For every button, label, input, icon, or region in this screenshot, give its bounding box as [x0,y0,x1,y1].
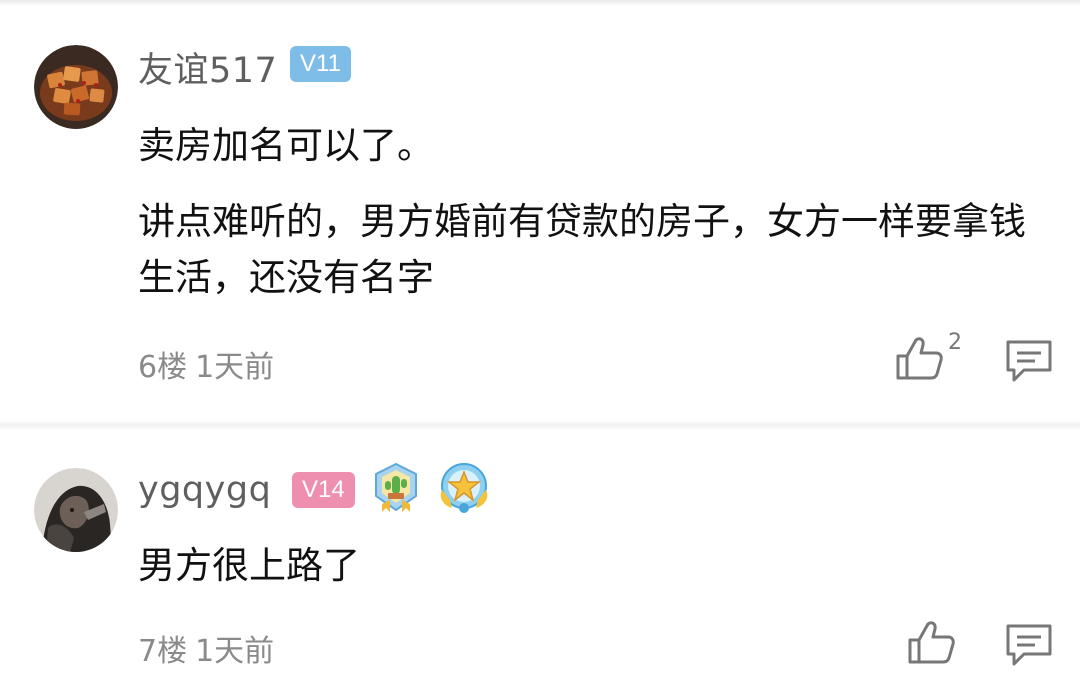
like-count: 2 [948,330,962,355]
reply-icon[interactable] [1004,622,1054,668]
username[interactable]: 友谊517 [138,42,277,93]
comment-paragraph: 讲点难听的，男方婚前有贷款的房子，女方一样要拿钱生活，还没有名字 [138,200,1026,299]
comment-meta: 7楼 1天前 [138,626,282,670]
food-tofu-avatar-icon [34,45,118,129]
dark-portrait-avatar-icon [34,468,118,552]
floor-number: 7楼 [138,634,188,669]
comment-paragraph: 男方很上路了 [138,544,360,587]
comment-item: 友谊517 V11 卖房加名可以了。 讲点难听的，男方婚前有贷款的房子，女方一样… [0,0,1080,420]
star-medal-icon [440,463,488,513]
comment-text: 卖房加名可以了。 讲点难听的，男方婚前有贷款的房子，女方一样要拿钱生活，还没有名… [138,118,1058,306]
comment-item: ygqygq V14 男方很上路了 7楼 1天前 [0,430,1080,698]
reply-icon[interactable] [1004,338,1054,384]
user-avatar[interactable] [34,468,118,552]
cactus-medal-icon [375,462,417,512]
level-badge: V14 [292,472,355,508]
comment-divider [0,420,1080,430]
level-badge: V11 [290,46,351,82]
timestamp: 1天前 [195,634,275,669]
user-avatar[interactable] [34,45,118,129]
thumbs-up-icon[interactable] [906,616,958,668]
comment-text: 男方很上路了 [138,538,1058,594]
floor-number: 6楼 [138,350,188,385]
comment-meta: 6楼 1天前 [138,342,282,386]
thumbs-up-icon[interactable] [894,332,946,384]
username[interactable]: ygqygq [138,470,271,510]
comment-paragraph: 卖房加名可以了。 [138,124,434,167]
timestamp: 1天前 [195,350,275,385]
